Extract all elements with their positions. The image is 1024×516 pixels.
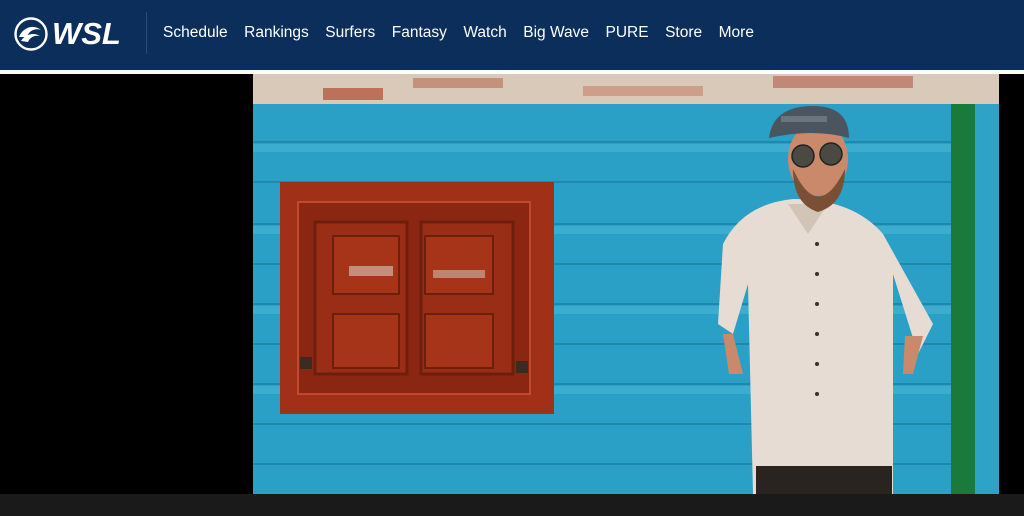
wsl-wave-logo-icon — [14, 17, 48, 51]
nav-big-wave-link[interactable]: Big Wave — [523, 24, 589, 42]
nav-divider — [146, 12, 147, 54]
nav-schedule-link[interactable]: Schedule — [163, 24, 228, 42]
hero-photo — [253, 74, 999, 494]
nav-rankings-link[interactable]: Rankings — [244, 24, 309, 42]
main-nav: Schedule Rankings Surfers Fantasy Watch … — [163, 0, 770, 66]
wsl-logo-link[interactable]: WSL — [14, 16, 121, 52]
logo-wordmark: WSL — [52, 16, 121, 51]
nav-more-link[interactable]: More — [719, 24, 754, 42]
bottom-bar — [0, 494, 1024, 516]
top-navigation-bar: WSL Schedule Rankings Surfers Fantasy Wa… — [0, 0, 1024, 74]
nav-fantasy-link[interactable]: Fantasy — [392, 24, 447, 42]
nav-watch-link[interactable]: Watch — [463, 24, 506, 42]
hero-photo-illustration — [253, 74, 999, 494]
nav-store-link[interactable]: Store — [665, 24, 702, 42]
nav-surfers-link[interactable]: Surfers — [325, 24, 375, 42]
nav-pure-link[interactable]: PURE — [606, 24, 649, 42]
